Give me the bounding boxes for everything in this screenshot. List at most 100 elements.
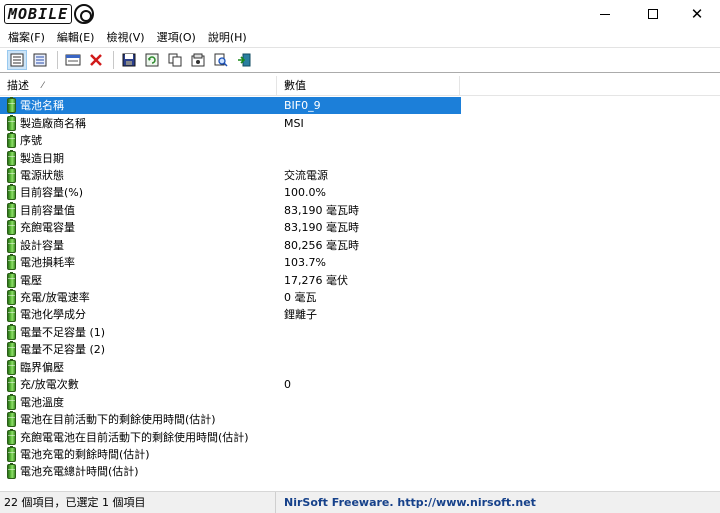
table-row[interactable]: 電量不足容量 (1) [0, 323, 720, 341]
table-row[interactable]: 電池充電總計時間(估計) [0, 463, 720, 480]
exit-button[interactable] [234, 50, 254, 70]
description-text: 充飽電容量 [20, 221, 75, 235]
value-cell: 83,190 毫瓦時 [284, 203, 359, 217]
table-row[interactable]: 電池在目前活動下的剩餘使用時間(估計) [0, 411, 720, 428]
table-row[interactable]: 電池損耗率 103.7% [0, 254, 720, 271]
close-button[interactable]: ✕ [674, 0, 720, 28]
description-text: 充電/放電速率 [20, 291, 90, 305]
description-text: 充/放電次數 [20, 378, 79, 392]
value-cell [278, 324, 461, 341]
description-cell: 電壓 [0, 271, 278, 289]
value-cell [278, 341, 461, 358]
table-row[interactable]: 序號 [0, 132, 720, 149]
title-bar: MOBILE ✕ [0, 0, 720, 28]
battery-icon [7, 97, 16, 114]
value-cell [278, 429, 461, 446]
exit-icon [238, 53, 251, 67]
list-rows: 電池名稱 BIF0_9 製造廠商名稱 MSI 序號製造日期 電源狀態 交流電源 目前容量(%)… [0, 97, 720, 481]
column-header-value[interactable]: 數值 [277, 76, 460, 96]
description-text: 電池名稱 [20, 97, 66, 115]
table-row[interactable]: 電池名稱 BIF0_9 [0, 97, 720, 115]
properties-icon [65, 54, 81, 66]
menu-view[interactable]: 檢視(V) [100, 28, 150, 47]
menu-help[interactable]: 說明(H) [202, 28, 253, 47]
description-text: 電量不足容量 (1) [20, 325, 106, 339]
battery-icon [7, 132, 16, 149]
menu-file[interactable]: 檔案(F) [2, 28, 51, 47]
refresh-button[interactable] [142, 50, 162, 70]
table-row[interactable]: 電量不足容量 (2) [0, 341, 720, 358]
table-row[interactable]: 電池溫度 [0, 393, 720, 410]
value-cell [278, 394, 461, 411]
html-report-button[interactable] [188, 50, 208, 70]
description-cell: 電池溫度 [0, 393, 278, 411]
description-cell: 電池充電的剩餘時間(估計) [0, 445, 278, 463]
delete-button[interactable] [86, 50, 106, 70]
table-row[interactable]: 目前容量(%) 100.0% [0, 184, 720, 201]
table-row[interactable]: 電壓 17,276 毫伏 [0, 271, 720, 288]
table-row[interactable]: 電源狀態 交流電源 [0, 166, 720, 184]
value-cell [278, 411, 461, 428]
description-cell: 電池損耗率 [0, 254, 278, 271]
value-cell: 17,276 毫伏 [284, 273, 348, 287]
table-row[interactable]: 充飽電容量 83,190 毫瓦時 [0, 219, 720, 236]
description-text: 目前容量值 [20, 203, 75, 217]
battery-icon [7, 445, 16, 462]
maximize-button[interactable] [630, 0, 676, 28]
value-cell: 0 毫瓦 [284, 291, 317, 305]
menu-options[interactable]: 選項(O) [151, 28, 202, 47]
description-text: 電池充電總計時間(估計) [20, 465, 139, 479]
column-header-description[interactable]: 描述 ⁄ [0, 76, 277, 96]
description-text: 製造日期 [20, 151, 64, 165]
find-button[interactable] [211, 50, 231, 70]
value-cell: BIF0_9 [278, 97, 461, 115]
toolbar-separator [113, 51, 114, 69]
column-header-description-label: 描述 [7, 79, 29, 92]
table-row[interactable]: 充/放電次數 0 [0, 376, 720, 393]
value-cell [278, 359, 461, 376]
table-row[interactable]: 充電/放電速率 0 毫瓦 [0, 289, 720, 306]
description-text: 電池化學成分 [20, 308, 86, 322]
description-text: 電量不足容量 (2) [20, 343, 106, 357]
value-cell: 80,256 毫瓦時 [284, 238, 359, 252]
column-header-value-label: 數值 [284, 79, 306, 92]
description-cell: 充/放電次數 [0, 376, 278, 393]
minimize-button[interactable] [582, 0, 628, 28]
table-row[interactable]: 目前容量值 83,190 毫瓦時 [0, 201, 720, 219]
description-cell: 充飽電電池在目前活動下的剩餘使用時間(估計) [0, 428, 278, 446]
description-cell: 充飽電容量 [0, 219, 278, 236]
table-row[interactable]: 設計容量 80,256 毫瓦時 [0, 236, 720, 254]
table-row[interactable]: 製造日期 [0, 149, 720, 166]
delete-icon [90, 54, 102, 66]
battery-icon [7, 428, 16, 445]
battery-icon [7, 166, 16, 183]
list-view-icon [33, 53, 47, 67]
description-cell: 電池在目前活動下的剩餘使用時間(估計) [0, 411, 278, 428]
properties-button[interactable] [63, 50, 83, 70]
copy-button[interactable] [165, 50, 185, 70]
battery-icon [7, 114, 16, 131]
save-button[interactable] [119, 50, 139, 70]
battery-icon [7, 323, 16, 340]
battery-icon [7, 341, 16, 358]
table-row[interactable]: 電池充電的剩餘時間(估計) [0, 445, 720, 463]
find-icon [214, 53, 228, 67]
battery-icon [7, 393, 16, 410]
table-row[interactable]: 製造廠商名稱 MSI [0, 114, 720, 131]
table-row[interactable]: 電池化學成分 鋰離子 [0, 306, 720, 323]
maximize-icon [648, 9, 658, 19]
list-view-button[interactable] [30, 50, 50, 70]
details-view-button[interactable] [7, 50, 27, 70]
menu-edit[interactable]: 編輯(E) [51, 28, 101, 47]
battery-info-list[interactable]: 描述 ⁄ 數值 電池名稱 BIF0_9 製造廠商名稱 MSI 序號製造日期 電源狀態 交流電… [0, 72, 720, 491]
table-row[interactable]: 充飽電電池在目前活動下的剩餘使用時間(估計) [0, 428, 720, 445]
table-row[interactable]: 臨界偏壓 [0, 358, 720, 376]
value-cell: MSI [284, 116, 304, 130]
menu-bar: 檔案(F) 編輯(E) 檢視(V) 選項(O) 說明(H) [0, 28, 720, 47]
nirsoft-link[interactable]: NirSoft Freeware. http://www.nirsoft.net [276, 492, 536, 513]
refresh-icon [145, 53, 159, 67]
description-text: 臨界偏壓 [20, 360, 64, 374]
description-cell: 製造廠商名稱 [0, 114, 278, 132]
battery-icon [7, 306, 16, 323]
value-cell [278, 150, 461, 167]
